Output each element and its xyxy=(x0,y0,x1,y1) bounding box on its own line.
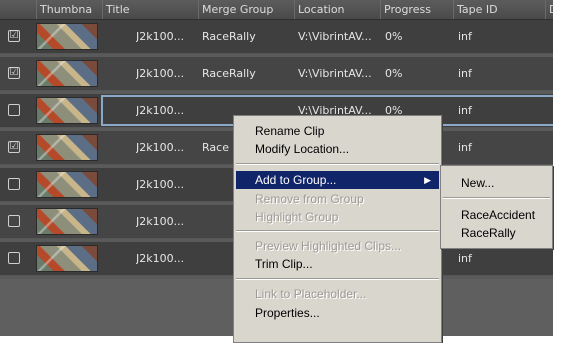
menu-item-remove-from-group: Remove from Group xyxy=(255,192,364,206)
clip-tape-id: inf xyxy=(458,30,472,43)
column-progress[interactable]: Progress xyxy=(380,0,453,19)
row-checkbox[interactable]: ☑ xyxy=(8,141,20,153)
column-merge-group[interactable]: Merge Group xyxy=(198,0,294,19)
clip-thumbnail xyxy=(36,134,98,161)
clip-location: V:\VibrintAV... xyxy=(298,67,372,80)
clip-progress: 0% xyxy=(385,30,403,43)
menu-item-rename-clip[interactable]: Rename Clip xyxy=(236,122,439,140)
row-checkbox[interactable]: ☑ xyxy=(8,67,20,79)
table-row[interactable]: ☑ J2k100... RaceRally V:\VibrintAV... 0%… xyxy=(0,20,553,54)
clip-thumbnail xyxy=(36,23,98,50)
clip-merge-group: RaceRally xyxy=(202,30,256,43)
menu-separator xyxy=(236,163,439,165)
column-title[interactable]: Title xyxy=(102,0,198,19)
menu-separator xyxy=(236,278,439,280)
clip-tape-id: inf xyxy=(458,104,472,117)
clip-title: J2k100... xyxy=(136,178,185,191)
add-to-group-submenu: New... RaceAccident RaceRally xyxy=(440,165,553,249)
menu-item-add-to-group[interactable]: Add to Group... ▶ xyxy=(236,171,439,189)
column-thumbnail[interactable]: Thumbna xyxy=(36,0,102,19)
submenu-item-new[interactable]: New... xyxy=(443,174,550,192)
clip-tape-id: inf xyxy=(458,141,472,154)
clip-merge-group: RaceRally xyxy=(202,67,256,80)
clip-tape-id: inf xyxy=(458,67,472,80)
column-header: Thumbna Title Merge Group Location Progr… xyxy=(0,0,553,20)
clip-title: J2k100... xyxy=(136,104,185,117)
menu-item-modify-location[interactable]: Modify Location... xyxy=(236,140,439,158)
submenu-item-group[interactable]: RaceAccident xyxy=(443,206,550,224)
clip-location: V:\VibrintAV... xyxy=(298,30,372,43)
clip-title: J2k100... xyxy=(136,30,185,43)
clip-thumbnail xyxy=(36,60,98,87)
column-checkbox[interactable] xyxy=(0,0,36,19)
menu-separator xyxy=(236,230,439,232)
clip-thumbnail xyxy=(36,97,98,124)
clip-thumbnail xyxy=(36,245,98,272)
menu-item-properties[interactable]: Properties... xyxy=(236,304,439,322)
menu-item-trim-clip[interactable]: Trim Clip... xyxy=(236,255,439,273)
clip-title: J2k100... xyxy=(136,67,185,80)
row-checkbox[interactable] xyxy=(8,215,20,227)
row-checkbox[interactable] xyxy=(8,104,20,116)
row-checkbox[interactable] xyxy=(8,252,20,264)
context-menu: Rename Clip Modify Location... Add to Gr… xyxy=(233,115,442,343)
menu-item-highlight-group: Highlight Group xyxy=(255,210,339,224)
clip-thumbnail xyxy=(36,171,98,198)
clip-thumbnail xyxy=(36,208,98,235)
column-location[interactable]: Location xyxy=(294,0,380,19)
menu-separator xyxy=(443,197,550,199)
column-extra[interactable]: D xyxy=(545,0,553,19)
clip-title: J2k100... xyxy=(136,215,185,228)
menu-item-label: Add to Group... xyxy=(255,173,337,187)
submenu-item-group[interactable]: RaceRally xyxy=(443,224,550,242)
column-tape-id[interactable]: Tape ID xyxy=(453,0,545,19)
clip-progress: 0% xyxy=(385,67,403,80)
clip-title: J2k100... xyxy=(136,252,185,265)
menu-item-preview-highlighted: Preview Highlighted Clips... xyxy=(255,239,402,253)
row-checkbox[interactable] xyxy=(8,178,20,190)
clip-title: J2k100... xyxy=(136,141,185,154)
menu-item-link-to-placeholder: Link to Placeholder... xyxy=(255,287,367,301)
row-checkbox[interactable]: ☑ xyxy=(8,30,20,42)
table-row[interactable]: ☑ J2k100... RaceRally V:\VibrintAV... 0%… xyxy=(0,57,553,91)
submenu-arrow-icon: ▶ xyxy=(424,175,431,185)
